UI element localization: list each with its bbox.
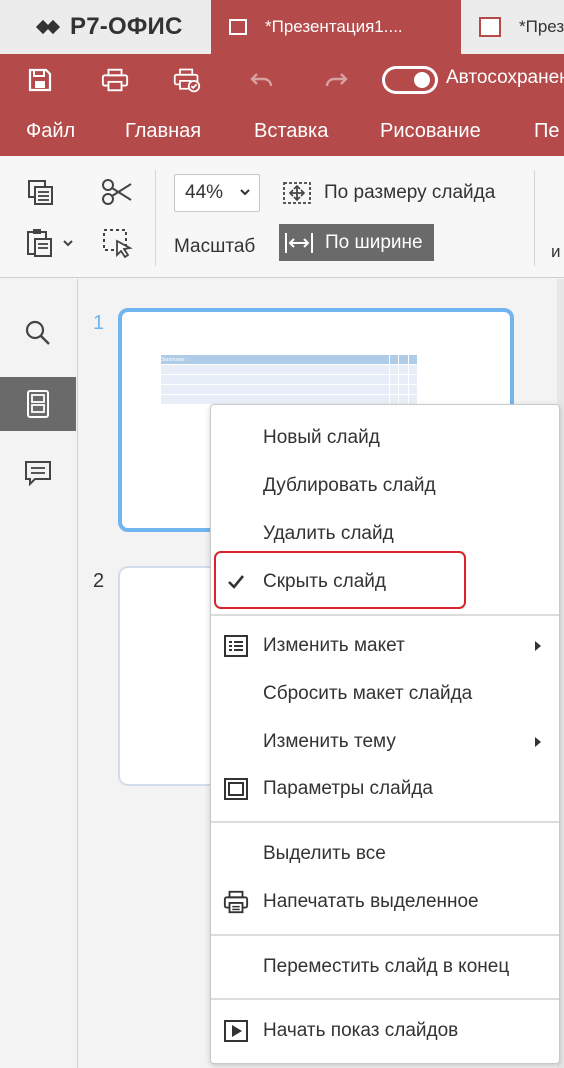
select-area-icon [103,229,133,259]
menu-item-change-layout[interactable]: Изменить макет [211,626,559,666]
save-icon [28,68,52,92]
tab-presentation-1[interactable]: *Презентация1.... [211,0,461,54]
menu-item-start-slideshow[interactable]: Начать показ слайдов [211,1011,559,1051]
presentation-icon [229,19,247,35]
menu-item-label: Переместить слайд в конец [263,956,510,977]
paste-button[interactable] [22,226,78,260]
menu-item-slide-settings[interactable]: Параметры слайда [211,769,559,809]
zoom-select[interactable]: 44% [174,174,260,212]
logo-text: Р7-ОФИС [70,13,183,40]
redo-icon [325,73,348,87]
print-button[interactable] [101,66,129,94]
menu-item-duplicate-slide[interactable]: Дублировать слайд [211,466,559,506]
presentation-icon [479,17,501,37]
menu-item-label: Дублировать слайд [263,475,436,496]
copy-icon [28,180,53,205]
menu-item-label: Параметры слайда [263,778,433,799]
undo-icon [250,73,273,87]
zoom-value: 44% [185,182,224,203]
quick-print-button[interactable] [173,66,201,94]
menu-item-print-selection[interactable]: Напечатать выделенное [211,882,559,922]
print-icon [101,68,129,92]
menu-insert[interactable]: Вставка [254,120,328,143]
zoom-label: Масштаб [174,236,256,257]
menu-separator [211,614,559,616]
menu-item-delete-slide[interactable]: Удалить слайд [211,514,559,554]
print-icon [223,889,249,915]
menu-item-label: Изменить тему [263,731,396,752]
search-icon [25,320,50,345]
autosave-label: Автосохранение [446,67,564,88]
menu-item-change-theme[interactable]: Изменить тему [211,722,559,762]
play-icon [223,1018,249,1044]
menu-item-label: Начать показ слайдов [263,1020,459,1041]
chevron-down-icon [240,189,250,196]
select-all-button[interactable] [100,226,134,260]
menu-item-reset-layout[interactable]: Сбросить макет слайда [211,674,559,714]
menu-item-new-slide[interactable]: Новый слайд [211,418,559,458]
scissors-icon [102,179,132,205]
cut-button[interactable] [100,176,134,208]
slide-table-preview: Заголовок [160,354,419,405]
table-header-cell: Заголовок [160,354,390,365]
logo-mark-icon [35,17,62,37]
ribbon-separator [534,170,535,266]
tab-presentation-2[interactable]: *Презен [461,0,564,54]
ribbon-partial-label: и [551,242,561,261]
comment-icon [25,461,51,487]
menu-item-move-slide-to-end[interactable]: Переместить слайд в конец [211,947,559,987]
menu-file[interactable]: Файл [26,120,75,143]
copy-button[interactable] [24,178,58,208]
slide-number: 2 [93,570,105,592]
chevron-right-icon [535,641,541,651]
autosave-toggle[interactable] [382,66,438,94]
layout-icon [223,633,249,659]
slide-number: 1 [93,312,105,334]
menu-item-select-all[interactable]: Выделить все [211,834,559,874]
fit-width-icon [285,232,313,253]
slides-panel-button[interactable] [0,377,76,431]
slide-settings-icon [223,776,249,802]
quick-print-icon [173,68,201,93]
menu-separator [211,821,559,823]
save-button[interactable] [26,66,54,94]
menu-next[interactable]: Пе [534,120,560,143]
undo-button[interactable] [248,66,276,94]
fit-width-label: По ширине [325,231,423,253]
menu-item-label: Сбросить макет слайда [263,683,473,704]
menu-item-label: Удалить слайд [263,523,394,544]
menu-home[interactable]: Главная [125,120,201,143]
context-menu: Новый слайд Дублировать слайд Удалить сл… [210,404,560,1064]
menu-item-label: Изменить макет [263,635,405,656]
menu-item-label: Новый слайд [263,427,380,448]
fit-slide-button[interactable]: По размеру слайда [282,176,495,210]
ribbon-separator [155,170,156,266]
tab-label: *Презен [519,17,564,36]
slides-icon [27,390,49,418]
fit-slide-label: По размеру слайда [324,182,496,203]
redo-button[interactable] [322,66,350,94]
menu-item-label: Напечатать выделенное [263,891,479,912]
fit-width-button[interactable]: По ширине [279,224,434,261]
menu-item-label: Выделить все [263,843,386,864]
chevron-right-icon [535,737,541,747]
paste-icon [27,229,73,257]
menu-draw[interactable]: Рисование [380,120,481,143]
menu-separator [211,934,559,936]
app-logo: Р7-ОФИС [35,12,183,42]
search-button[interactable] [0,306,76,360]
highlight-annotation [214,551,466,609]
menu-separator [211,998,559,1000]
title-bar: Р7-ОФИС *Презентация1.... *Презен [0,0,564,54]
fit-slide-icon [283,182,311,204]
tab-label: *Презентация1.... [265,17,403,36]
comments-button[interactable] [0,446,76,500]
